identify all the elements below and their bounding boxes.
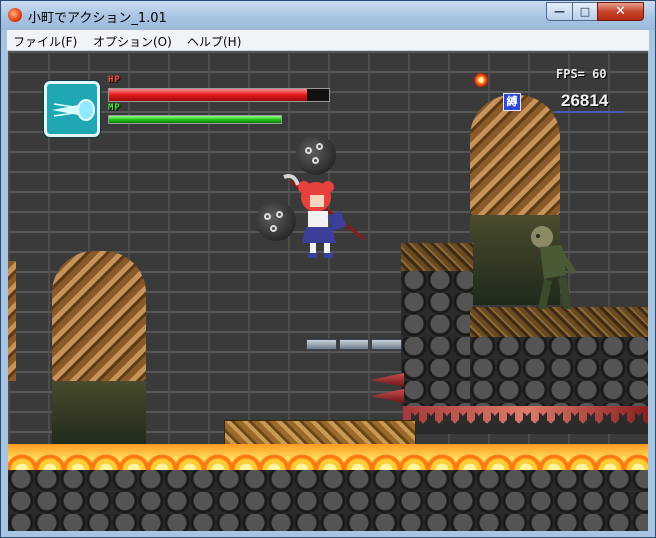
- window-title: 小町でアクション_1.01: [28, 11, 167, 26]
- mp-bar-fill: [109, 116, 281, 123]
- rock-cliff-right: [470, 337, 648, 406]
- minimize-icon: —: [554, 5, 565, 18]
- dirt-ledge-upper: [401, 243, 473, 271]
- menu-help[interactable]: ヘルプ(H): [187, 33, 241, 50]
- lava-pool: [8, 444, 648, 470]
- minimize-button[interactable]: —: [546, 2, 573, 21]
- skull-orb-enemy-1: [296, 135, 336, 175]
- maximize-button[interactable]: □: [572, 2, 598, 21]
- zombie-enemy: [531, 226, 576, 309]
- hp-bar-fill: [109, 89, 307, 101]
- score-value: 26814: [561, 91, 609, 110]
- fps-counter: FPS= 60: [556, 67, 607, 81]
- maximize-icon: □: [579, 5, 591, 18]
- title-bar[interactable]: 小町でアクション_1.01 — □ ✕: [1, 1, 655, 30]
- wall-spike-1: [370, 373, 404, 387]
- status-effect-icon: 縛: [503, 93, 521, 111]
- player-komachi: [283, 174, 365, 258]
- game-canvas[interactable]: HP MP 縛 FPS= 60 26814: [8, 51, 648, 531]
- weapon-slot: [44, 81, 100, 137]
- score-underline: [556, 111, 624, 113]
- game-window: 小町でアクション_1.01 — □ ✕ ファイル(F) オプション(O) ヘルプ…: [0, 0, 656, 538]
- pillar-left: [52, 251, 146, 446]
- scythe-wave-icon: [52, 99, 95, 121]
- menu-option[interactable]: オプション(O): [93, 33, 172, 50]
- hp-bar: [108, 88, 330, 102]
- fire-orb-icon: [474, 73, 488, 87]
- menu-bar: ファイル(F) オプション(O) ヘルプ(H): [7, 30, 649, 51]
- pillar-edge: [8, 261, 16, 441]
- close-button[interactable]: ✕: [597, 2, 644, 21]
- hp-label: HP: [108, 75, 121, 85]
- mp-label: MP: [108, 103, 121, 113]
- close-icon: ✕: [615, 4, 626, 19]
- wooden-block: [224, 420, 416, 446]
- wall-spike-2: [370, 389, 404, 403]
- rock-floor: [8, 470, 648, 531]
- mp-bar: [108, 115, 282, 124]
- app-icon: [8, 8, 22, 22]
- ceiling-spikes: [403, 406, 648, 434]
- menu-file[interactable]: ファイル(F): [13, 33, 77, 50]
- metal-platform: [306, 339, 403, 350]
- rock-cliff-left: [401, 271, 473, 406]
- status-effect-glyph: 縛: [506, 95, 518, 108]
